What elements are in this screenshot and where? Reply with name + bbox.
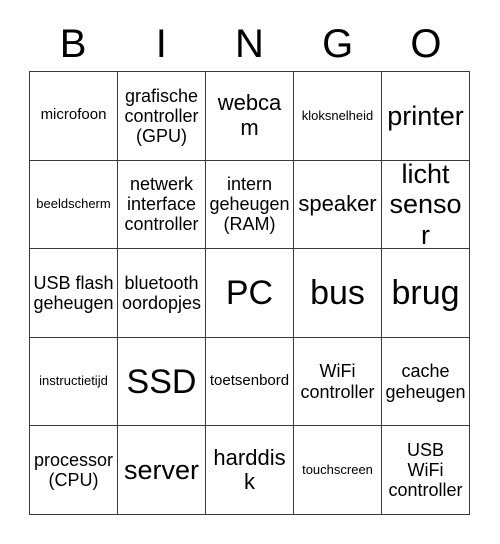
bingo-cell-label: beeldscherm: [36, 196, 111, 212]
bingo-cell-r4c3[interactable]: toetsenbord: [206, 337, 294, 427]
bingo-cell-r3c4[interactable]: bus: [294, 249, 382, 338]
bingo-cell-r2c1[interactable]: beeldscherm: [30, 160, 118, 250]
bingo-cell-r1c3[interactable]: webcam: [206, 72, 294, 161]
bingo-cell-r3c3[interactable]: PC: [206, 249, 294, 338]
bingo-cell-r1c4[interactable]: kloksnelheid: [294, 72, 382, 161]
bingo-cell-label: harddisk: [213, 444, 286, 495]
bingo-cell-label: netwerk interface controller: [124, 174, 199, 235]
bingo-cell-label: printer: [387, 100, 464, 131]
bingo-header-letter-b: B: [59, 22, 87, 66]
bingo-cell-r2c3[interactable]: intern geheugen (RAM): [206, 160, 294, 250]
bingo-cell-label: speaker: [298, 191, 377, 217]
bingo-cell-label: USB flash geheugen: [33, 272, 114, 313]
bingo-cell-label: USB WiFi controller: [388, 439, 463, 501]
bingo-card: B I N G O microfoon grafische controller…: [0, 0, 500, 544]
bingo-cell-r4c5[interactable]: cache geheugen: [382, 337, 470, 427]
bingo-header-letter-o: O: [410, 22, 442, 66]
bingo-cell-r3c5[interactable]: brug: [382, 249, 470, 338]
bingo-cell-label: grafische controller (GPU): [124, 85, 199, 146]
bingo-cell-r5c5[interactable]: USB WiFi controller: [382, 426, 470, 515]
bingo-cell-label: toetsenbord: [209, 372, 290, 390]
bingo-cell-r5c1[interactable]: processor (CPU): [30, 426, 118, 515]
bingo-cell-label: bus: [310, 273, 365, 312]
bingo-header-letter-i: I: [155, 22, 167, 66]
bingo-cell-r2c5[interactable]: licht sensor: [382, 160, 470, 250]
bingo-cell-label: microfoon: [40, 106, 107, 124]
bingo-cell-label: webcam: [217, 90, 282, 140]
bingo-cell-r4c1[interactable]: instructietijd: [30, 337, 118, 427]
bingo-cell-label: licht sensor: [389, 160, 462, 250]
bingo-cell-label: kloksnelheid: [301, 107, 374, 123]
bingo-cell-r3c2[interactable]: bluetooth oordopjes: [118, 249, 206, 338]
bingo-cell-r4c2[interactable]: SSD: [118, 337, 206, 427]
bingo-cell-label: brug: [391, 273, 460, 312]
bingo-cell-r1c1[interactable]: microfoon: [30, 72, 118, 161]
bingo-cell-label: cache geheugen: [385, 361, 466, 402]
bingo-cell-r5c4[interactable]: touchscreen: [294, 426, 382, 515]
bingo-grid: microfoon grafische controller (GPU) web…: [29, 71, 470, 515]
bingo-cell-label: instructietijd: [39, 373, 108, 389]
bingo-cell-r1c2[interactable]: grafische controller (GPU): [118, 72, 206, 161]
bingo-cell-r5c2[interactable]: server: [118, 426, 206, 515]
bingo-cell-label: server: [123, 455, 199, 486]
bingo-header-letter-g: G: [322, 22, 354, 66]
bingo-cell-r4c4[interactable]: WiFi controller: [294, 337, 382, 427]
bingo-header-row: B I N G O: [29, 18, 470, 70]
bingo-cell-r5c3[interactable]: harddisk: [206, 426, 294, 515]
bingo-cell-label: PC: [225, 273, 274, 312]
bingo-cell-r3c1[interactable]: USB flash geheugen: [30, 249, 118, 338]
bingo-cell-label: processor (CPU): [33, 450, 114, 491]
bingo-cell-r2c2[interactable]: netwerk interface controller: [118, 160, 206, 250]
bingo-cell-label: WiFi controller: [300, 361, 375, 402]
bingo-cell-label: SSD: [126, 362, 197, 401]
bingo-cell-label: touchscreen: [302, 461, 373, 477]
bingo-cell-label: bluetooth oordopjes: [121, 272, 202, 313]
bingo-cell-r1c5[interactable]: printer: [382, 72, 470, 161]
bingo-cell-label: intern geheugen (RAM): [209, 174, 290, 235]
bingo-cell-r2c4[interactable]: speaker: [294, 160, 382, 250]
bingo-header-letter-n: N: [235, 22, 264, 66]
